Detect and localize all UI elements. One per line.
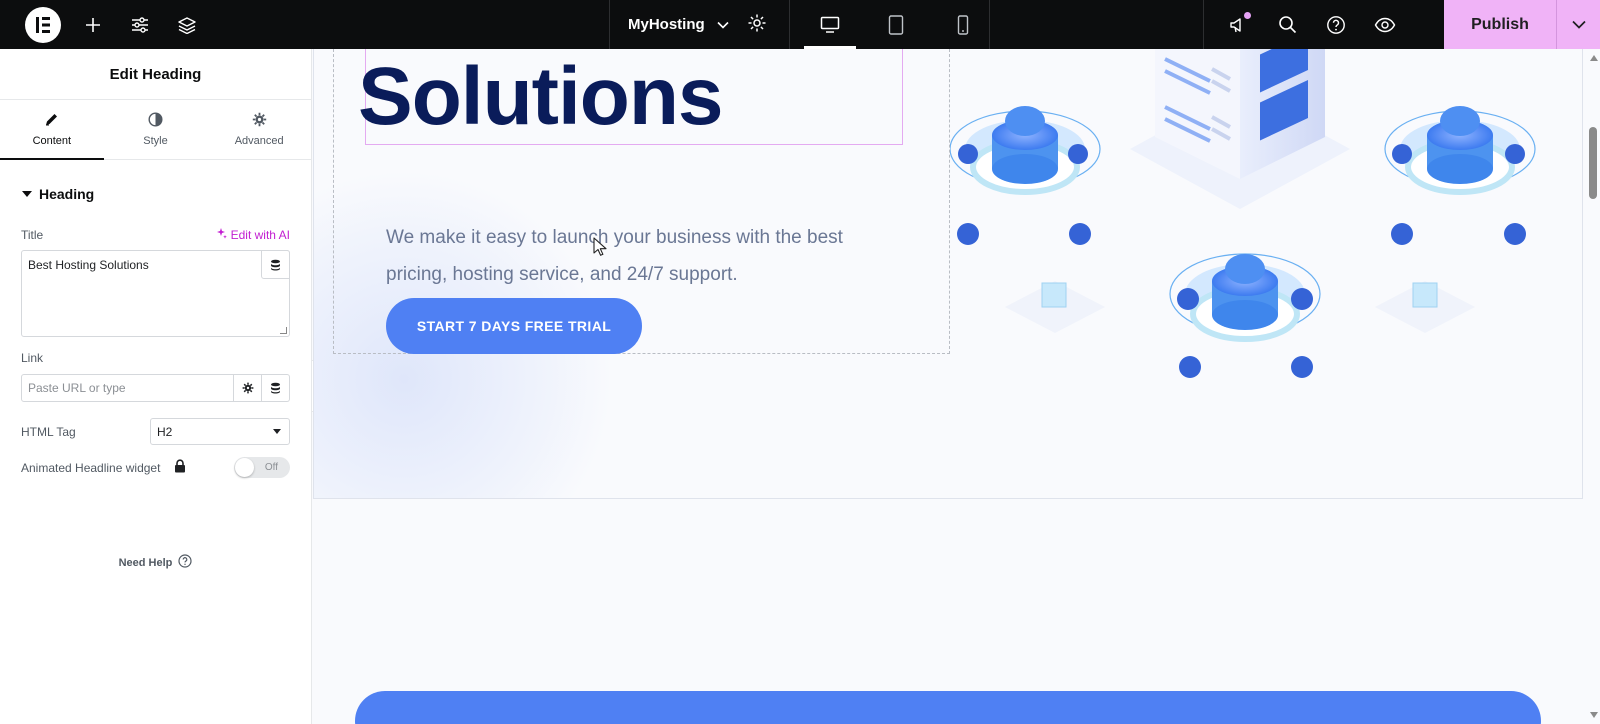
link-label: Link [21, 351, 44, 365]
platform-left [950, 106, 1101, 245]
tab-label: Style [143, 135, 168, 147]
need-help-link[interactable]: Need Help [0, 554, 311, 571]
toggle-label: Off [264, 462, 278, 473]
dynamic-tags-database-icon[interactable] [261, 250, 290, 279]
topbar-left-tools [0, 0, 202, 49]
lock-icon [174, 459, 186, 476]
site-name-dropdown[interactable]: MyHosting [609, 0, 790, 49]
hero-subtext: We make it easy to launch your business … [386, 227, 843, 285]
html-tag-label: HTML Tag [21, 424, 76, 439]
editor-panel: Edit Heading Content Style Advanced Head… [0, 49, 312, 724]
html-tag-value: H2 [157, 424, 173, 439]
hero-heading[interactable]: Solutions [358, 49, 724, 145]
link-options-gear-icon[interactable] [234, 374, 262, 402]
mouse-cursor-icon [593, 237, 607, 262]
animated-headline-label: Animated Headline widget [21, 460, 161, 475]
publish-button[interactable]: Publish [1444, 0, 1556, 49]
tab-content[interactable]: Content [0, 100, 104, 160]
animated-headline-control: Animated Headline widget Off [0, 457, 311, 478]
chevron-down-icon [717, 16, 729, 33]
responsive-mode-switcher [790, 0, 990, 49]
html-tag-select[interactable]: H2 [150, 418, 290, 445]
toggle-knob [235, 458, 254, 477]
title-control-header: Title Edit with AI [0, 227, 311, 242]
platform-right [1384, 106, 1536, 245]
add-element-icon[interactable] [78, 10, 108, 40]
tab-advanced[interactable]: Advanced [207, 100, 311, 159]
textarea-resize-handle[interactable] [280, 327, 287, 334]
search-icon[interactable] [1272, 10, 1302, 40]
section-toggle-heading[interactable]: Heading [22, 186, 311, 202]
tab-label: Content [32, 135, 72, 147]
ai-sparkle-icon [215, 227, 227, 242]
title-label: Title [21, 227, 44, 242]
caret-down-icon [22, 191, 32, 197]
link-dynamic-tags-database-icon[interactable] [262, 374, 290, 402]
scrollbar-thumb[interactable] [1589, 127, 1597, 199]
elementor-logo-icon[interactable] [25, 6, 61, 43]
site-name: MyHosting [628, 16, 705, 33]
whats-new-megaphone-icon[interactable] [1223, 10, 1253, 40]
page-settings-gear-icon[interactable] [747, 13, 767, 37]
server-hosting-illustration [950, 49, 1536, 378]
panel-title: Edit Heading [0, 49, 311, 100]
link-url-input[interactable]: Paste URL or type [21, 374, 234, 402]
animated-headline-label-wrap: Animated Headline widget [21, 459, 186, 476]
section-title: Heading [39, 186, 95, 202]
notification-dot [1244, 11, 1251, 19]
question-circle-icon [178, 554, 192, 571]
gear-icon [252, 112, 267, 130]
select-caret-icon [273, 429, 281, 434]
server-tower [1130, 49, 1350, 209]
edit-with-ai-button[interactable]: Edit with AI [215, 227, 290, 242]
structure-layers-icon[interactable] [172, 10, 202, 40]
link-control: Paste URL or type [21, 374, 290, 402]
tab-style[interactable]: Style [104, 100, 208, 159]
edit-with-ai-label: Edit with AI [230, 227, 290, 242]
mobile-view-icon[interactable] [937, 0, 989, 49]
publish-options-chevron-icon[interactable] [1556, 0, 1600, 49]
title-textarea[interactable]: Best Hosting Solutions [21, 250, 290, 337]
panel-tabs: Content Style Advanced [0, 100, 311, 160]
editor-canvas: We make it easy to launch your business … [313, 49, 1587, 724]
platform-center [1169, 253, 1321, 378]
scroll-down-arrow-icon[interactable] [1590, 712, 1598, 718]
pencil-icon [44, 112, 59, 130]
link-control-header: Link [0, 351, 311, 365]
site-settings-sliders-icon[interactable] [125, 10, 155, 40]
start-free-trial-button[interactable]: START 7 DAYS FREE TRIAL [386, 298, 642, 354]
help-icon[interactable] [1321, 10, 1351, 40]
desktop-view-icon[interactable] [804, 0, 857, 49]
scroll-up-arrow-icon[interactable] [1590, 55, 1598, 61]
topbar-right-tools [1203, 0, 1400, 49]
tab-label: Advanced [234, 135, 284, 147]
animated-headline-toggle[interactable]: Off [234, 457, 290, 478]
half-circle-icon [148, 112, 163, 130]
canvas-scrollbar[interactable] [1587, 49, 1600, 724]
next-section-blue-banner [355, 691, 1541, 724]
editor-topbar: MyHosting Publish [0, 0, 1600, 49]
preview-eye-icon[interactable] [1370, 10, 1400, 40]
tablet-view-icon[interactable] [870, 0, 922, 49]
title-value: Best Hosting Solutions [28, 258, 149, 272]
html-tag-control: HTML Tag H2 [0, 418, 311, 445]
need-help-label: Need Help [118, 556, 173, 569]
